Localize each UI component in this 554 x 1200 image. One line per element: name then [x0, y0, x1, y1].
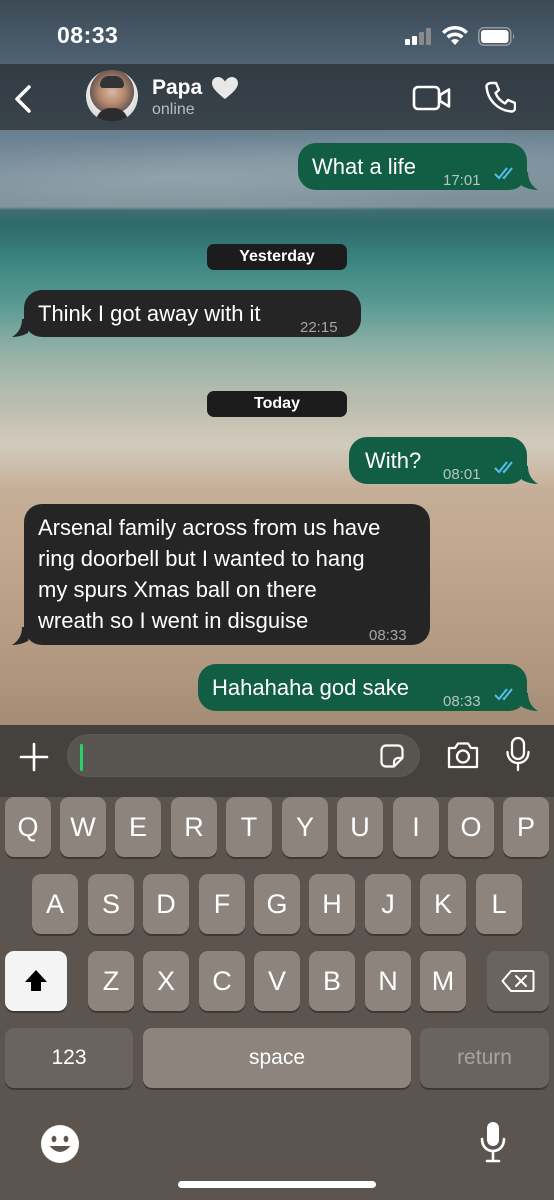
key-s[interactable]: S: [88, 874, 134, 934]
sticker-icon[interactable]: [379, 743, 405, 769]
key-a[interactable]: A: [32, 874, 78, 934]
key-b[interactable]: B: [309, 951, 355, 1011]
read-receipt-icon: [494, 461, 513, 474]
incoming-message[interactable]: Think I got away with it 22:15: [24, 290, 361, 337]
numbers-key[interactable]: 123: [5, 1028, 133, 1088]
plus-icon[interactable]: [18, 741, 50, 773]
key-q[interactable]: Q: [5, 797, 51, 857]
key-w[interactable]: W: [60, 797, 106, 857]
key-d[interactable]: D: [143, 874, 189, 934]
outgoing-message[interactable]: What a life 17:01: [298, 143, 527, 190]
key-i[interactable]: I: [393, 797, 439, 857]
video-camera-icon[interactable]: [412, 84, 452, 112]
date-separator: Today: [207, 391, 347, 417]
battery-icon: [478, 27, 515, 46]
key-j[interactable]: J: [365, 874, 411, 934]
return-key[interactable]: return: [420, 1028, 549, 1088]
key-p[interactable]: P: [503, 797, 549, 857]
contact-avatar[interactable]: [86, 70, 138, 122]
key-u[interactable]: U: [337, 797, 383, 857]
keyboard: Q W E R T Y U I O P A S D F G H J K L Z …: [0, 797, 554, 1200]
shift-key[interactable]: [5, 951, 67, 1011]
text-caret: [80, 744, 83, 771]
message-text: Hahahaha god sake: [212, 675, 409, 700]
message-input[interactable]: [67, 734, 420, 777]
outgoing-message[interactable]: Hahahaha god sake 08:33: [198, 664, 527, 711]
read-receipt-icon: [494, 688, 513, 701]
shift-arrow-icon: [25, 970, 47, 991]
contact-status: online: [152, 101, 195, 118]
message-text: Think I got away with it: [38, 301, 261, 326]
message-input-bar: [0, 725, 554, 797]
dictation-microphone-icon[interactable]: [479, 1120, 507, 1164]
message-text: With?: [365, 448, 422, 473]
phone-icon[interactable]: [484, 80, 516, 114]
outgoing-message[interactable]: With? 08:01: [349, 437, 527, 484]
incoming-message[interactable]: Arsenal family across from us have ring …: [24, 504, 430, 645]
key-x[interactable]: X: [143, 951, 189, 1011]
microphone-icon[interactable]: [505, 736, 531, 772]
camera-icon[interactable]: [446, 740, 480, 770]
wifi-icon: [442, 25, 468, 45]
key-r[interactable]: R: [171, 797, 217, 857]
backspace-icon: [501, 970, 535, 992]
key-o[interactable]: O: [448, 797, 494, 857]
date-separator: Yesterday: [207, 244, 347, 270]
key-y[interactable]: Y: [282, 797, 328, 857]
key-v[interactable]: V: [254, 951, 300, 1011]
key-g[interactable]: G: [254, 874, 300, 934]
key-n[interactable]: N: [365, 951, 411, 1011]
message-time: 08:33: [443, 693, 481, 710]
status-time: 08:33: [57, 22, 119, 48]
message-time: 08:01: [443, 466, 481, 483]
cellular-signal-icon: [405, 28, 433, 45]
bubble-tail: [12, 627, 30, 645]
contact-name[interactable]: Papa: [152, 76, 202, 100]
bubble-tail: [520, 466, 538, 484]
message-text: Arsenal family across from us have ring …: [38, 515, 381, 633]
heart-icon: [212, 77, 238, 99]
message-time: 17:01: [443, 172, 481, 189]
home-indicator: [178, 1181, 376, 1188]
space-key[interactable]: space: [143, 1028, 411, 1088]
key-t[interactable]: T: [226, 797, 272, 857]
message-time: 22:15: [300, 319, 338, 336]
message-time: 08:33: [369, 627, 407, 644]
emoji-icon[interactable]: [40, 1124, 80, 1164]
status-bar: 08:33: [0, 0, 554, 64]
key-k[interactable]: K: [420, 874, 466, 934]
key-e[interactable]: E: [115, 797, 161, 857]
bubble-tail: [12, 319, 30, 337]
delete-key[interactable]: [487, 951, 549, 1011]
chat-header: Papa online: [0, 64, 554, 130]
back-chevron-icon[interactable]: [8, 78, 38, 118]
key-m[interactable]: M: [420, 951, 466, 1011]
bubble-tail: [520, 172, 538, 190]
key-c[interactable]: C: [199, 951, 245, 1011]
key-z[interactable]: Z: [88, 951, 134, 1011]
key-f[interactable]: F: [199, 874, 245, 934]
bubble-tail: [520, 693, 538, 711]
key-l[interactable]: L: [476, 874, 522, 934]
read-receipt-icon: [494, 167, 513, 180]
key-h[interactable]: H: [309, 874, 355, 934]
message-text: What a life: [312, 154, 416, 179]
